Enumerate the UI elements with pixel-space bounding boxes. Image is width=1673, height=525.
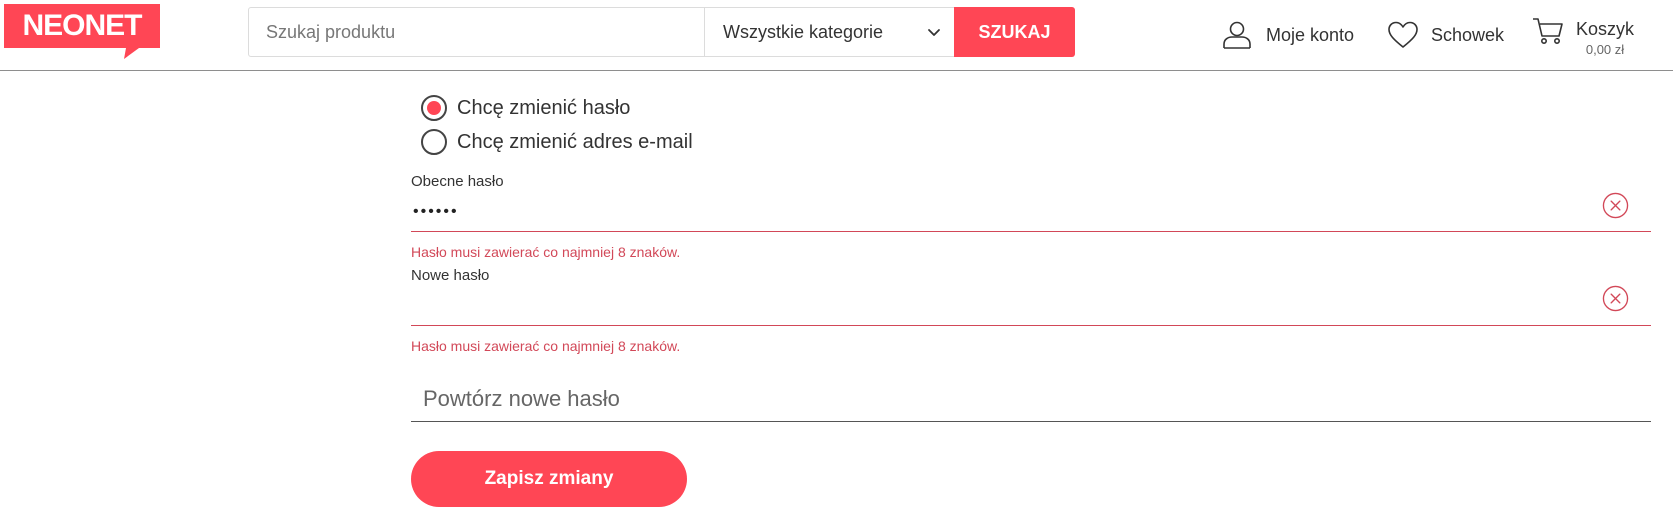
logo-text: NEONET — [22, 9, 142, 42]
new-password-label: Nowe hasło — [411, 267, 490, 284]
wishlist-label: Schowek — [1431, 24, 1505, 45]
account-label: Moje konto — [1266, 24, 1355, 45]
cart-amount: 0,00 zł — [1585, 42, 1625, 57]
new-password-field[interactable]: Nowe hasło — [411, 267, 1651, 327]
current-password-value[interactable]: •••••• — [413, 203, 459, 221]
category-select[interactable]: Wszystkie kategorie — [704, 8, 954, 56]
new-password-error: Hasło musi zawierać co najmniej 8 znaków… — [411, 338, 681, 354]
heart-icon — [1388, 21, 1418, 48]
circle-x-icon[interactable] — [1602, 192, 1629, 219]
account-link[interactable]: Moje konto — [1222, 0, 1354, 70]
current-password-error: Hasło musi zawierać co najmniej 8 znaków… — [411, 244, 681, 260]
radio-label: Chcę zmienić adres e-mail — [457, 130, 693, 153]
radio-button-checked[interactable] — [421, 95, 447, 121]
radio-button[interactable] — [421, 129, 447, 155]
radio-label: Chcę zmienić hasło — [457, 96, 631, 119]
save-button[interactable]: Zapisz zmiany — [411, 451, 687, 507]
field-underline — [411, 325, 1651, 326]
neonet-logo[interactable]: NEONET — [4, 4, 160, 59]
search-input[interactable] — [249, 8, 704, 56]
category-select-value: Wszystkie kategorie — [723, 21, 884, 42]
chevron-down-icon — [928, 29, 940, 36]
radio-change-password[interactable]: Chcę zmienić hasło — [421, 95, 630, 121]
wishlist-link[interactable]: Schowek — [1387, 0, 1504, 70]
site-header: NEONET Wszystkie kategorie SZUKAJ Moje k… — [0, 0, 1673, 71]
repeat-password-input[interactable] — [411, 377, 1651, 422]
field-underline — [411, 231, 1651, 232]
search-button[interactable]: SZUKAJ — [954, 7, 1075, 57]
cart-label: Koszyk — [1576, 19, 1635, 39]
user-icon — [1223, 21, 1251, 49]
cart-texts: Koszyk 0,00 zł — [1576, 19, 1634, 57]
radio-change-email[interactable]: Chcę zmienić adres e-mail — [421, 129, 693, 155]
current-password-field[interactable]: Obecne hasło •••••• — [411, 173, 1651, 233]
circle-x-icon[interactable] — [1602, 285, 1629, 312]
cart-icon — [1533, 18, 1563, 44]
current-password-label: Obecne hasło — [411, 173, 504, 190]
search-bar: Wszystkie kategorie SZUKAJ — [248, 7, 1075, 57]
cart-link[interactable]: Koszyk 0,00 zł — [1532, 0, 1634, 70]
